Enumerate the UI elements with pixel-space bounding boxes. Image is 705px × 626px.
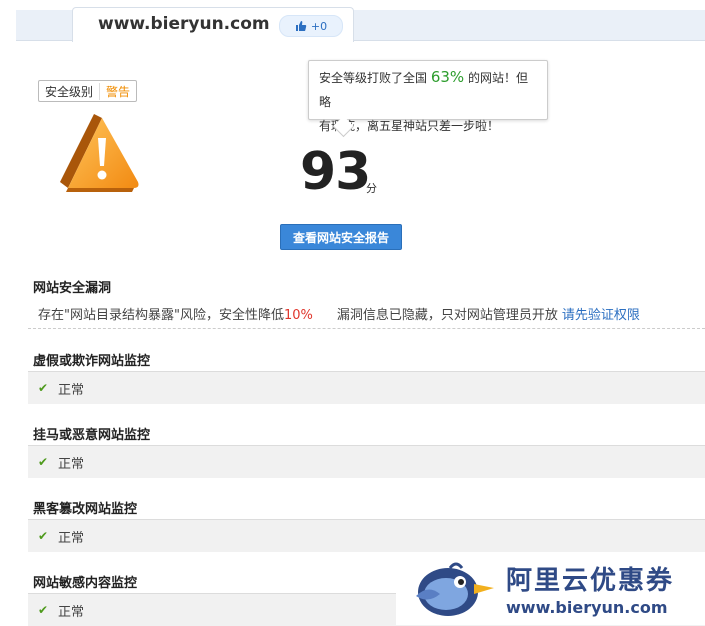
section-title-fraud: 虚假或欺诈网站监控 — [33, 354, 151, 369]
risk-percent: 10% — [283, 307, 313, 323]
security-level-badge: 安全级别 警告 — [38, 80, 138, 102]
risk-text: 存在"网站目录结构暴露"风险，安全性降低10% — [38, 304, 313, 323]
status-text: 正常 — [58, 456, 85, 472]
check-icon: ✔ — [37, 381, 49, 395]
site-tab[interactable]: www.bieryun.com +0 — [72, 7, 354, 42]
thumbs-up-icon — [295, 21, 307, 31]
vulnerability-row: 存在"网站目录结构暴露"风险，安全性降低10% 漏洞信息已隐藏，只对网站管理员开… — [28, 298, 705, 329]
security-score: 93 — [300, 142, 371, 202]
site-domain: www.bieryun.com — [98, 14, 270, 34]
rank-percent: 63% — [430, 68, 465, 86]
status-text: 正常 — [58, 530, 85, 546]
warning-icon — [60, 114, 139, 192]
view-report-button[interactable]: 查看网站安全报告 — [280, 224, 402, 250]
section-title-vulnerability: 网站安全漏洞 — [33, 281, 112, 296]
status-text: 正常 — [58, 604, 85, 620]
risk-prefix: 存在"网站目录结构暴露"风险，安全性降低 — [38, 307, 284, 323]
watermark-title: 阿里云优惠券 — [506, 566, 675, 596]
security-level-label: 安全级别 — [39, 82, 101, 100]
bird-logo-icon — [416, 562, 494, 616]
check-icon: ✔ — [37, 455, 49, 469]
like-count: +0 — [310, 19, 328, 33]
hidden-info-text: 漏洞信息已隐藏，只对网站管理员开放 — [336, 307, 558, 323]
section-title-sensitive: 网站敏感内容监控 — [33, 576, 138, 591]
watermark: 阿里云优惠券 www.bieryun.com — [396, 552, 705, 625]
section-title-malware: 挂马或恶意网站监控 — [33, 428, 151, 443]
rank-prefix: 安全等级打败了全国 — [319, 71, 428, 85]
rank-tooltip: 安全等级打败了全国 63% 的网站！但略 有瑕疵，离五星神站只差一步啦！ — [308, 60, 548, 133]
check-icon: ✔ — [37, 529, 49, 543]
like-button[interactable]: +0 — [279, 15, 343, 37]
status-row-tamper: ✔ 正常 — [28, 519, 705, 552]
score-unit: 分 — [366, 182, 377, 195]
status-text: 正常 — [58, 382, 85, 398]
check-icon: ✔ — [37, 603, 49, 617]
status-row-malware: ✔ 正常 — [28, 445, 705, 478]
status-row-fraud: ✔ 正常 — [28, 371, 705, 404]
verify-permission-link[interactable]: 请先验证权限 — [562, 304, 640, 323]
watermark-url: www.bieryun.com — [506, 598, 668, 617]
section-title-tamper: 黑客篡改网站监控 — [33, 502, 138, 517]
security-level-value: 警告 — [106, 84, 131, 99]
